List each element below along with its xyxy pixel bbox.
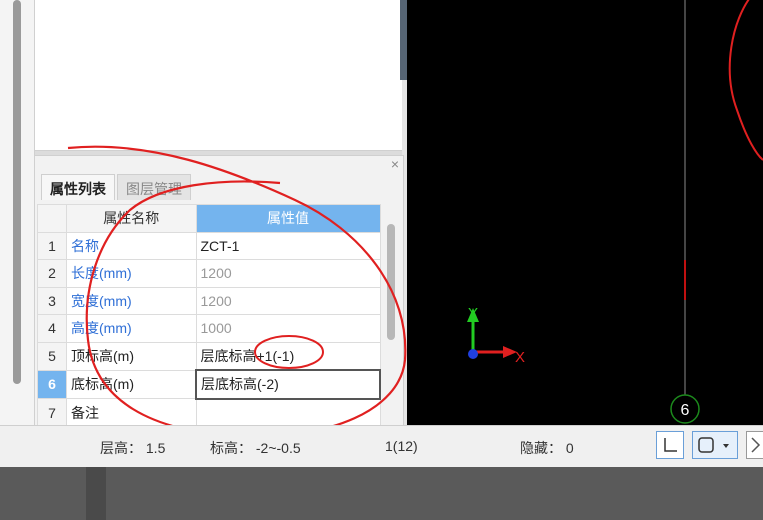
row-number: 5 <box>37 341 67 371</box>
row-number: 6 <box>37 369 67 399</box>
elevation-status: 标高： -2~-0.5 <box>210 440 301 456</box>
table-row[interactable]: 1 名称 ZCT-1 <box>37 231 381 260</box>
drawing-canvas[interactable]: 6 Y X <box>407 0 763 425</box>
snap-mode-button[interactable] <box>692 431 738 459</box>
property-value[interactable]: 层底标高+1(-1) <box>195 341 381 371</box>
ucs-y-label: Y <box>468 305 478 322</box>
component-tree-panel <box>34 0 404 151</box>
row-number: 3 <box>37 286 67 315</box>
canvas-drawing: 6 Y X <box>467 0 763 424</box>
annotation-curve <box>728 0 763 161</box>
bottom-separator <box>86 467 106 520</box>
panel-tabs: 属性列表 图层管理 <box>41 174 193 200</box>
more-button[interactable] <box>746 431 763 459</box>
ortho-icon <box>664 438 677 452</box>
property-name: 高度(mm) <box>66 314 197 343</box>
property-name: 宽度(mm) <box>66 286 197 315</box>
close-icon[interactable]: × <box>391 156 399 172</box>
grid-label: 6 <box>681 402 690 419</box>
table-row[interactable]: 2 长度(mm) 1200 <box>37 259 381 288</box>
grid-corner <box>37 204 67 233</box>
table-row[interactable]: 7 备注 <box>37 398 381 427</box>
chevron-right-icon <box>751 437 761 453</box>
property-name: 长度(mm) <box>66 259 197 288</box>
snap-icon <box>698 437 729 453</box>
property-value[interactable]: 1200 <box>195 259 381 288</box>
chevron-down-icon <box>723 444 729 448</box>
tree-scrollbar[interactable] <box>400 0 407 80</box>
grid-header-row: 属性名称 属性值 <box>37 204 381 233</box>
tab-property-list[interactable]: 属性列表 <box>41 174 115 200</box>
table-row[interactable]: 3 宽度(mm) 1200 <box>37 286 381 315</box>
property-grid: 属性名称 属性值 1 名称 ZCT-1 2 长度(mm) 1200 3 宽度(m… <box>37 204 381 427</box>
tab-layer-management[interactable]: 图层管理 <box>117 174 191 200</box>
left-scrollbar[interactable] <box>13 0 21 384</box>
floor-height-status: 层高： 1.5 <box>100 440 166 456</box>
column-header-name[interactable]: 属性名称 <box>66 204 197 233</box>
property-value[interactable]: 1200 <box>195 286 381 315</box>
column-header-value[interactable]: 属性值 <box>195 204 381 233</box>
property-scrollbar[interactable] <box>387 224 395 340</box>
property-name: 顶标高(m) <box>66 341 197 371</box>
property-value-editor[interactable]: 层底标高(-2) <box>195 369 381 400</box>
property-name: 底标高(m) <box>66 369 197 399</box>
table-row-selected[interactable]: 6 底标高(m) 层底标高(-2) <box>37 369 381 400</box>
bottom-area <box>0 467 763 520</box>
selection-count-status: 1(12) <box>385 438 418 454</box>
property-value[interactable] <box>195 398 381 427</box>
ucs-x-label: X <box>515 349 525 366</box>
property-panel: × 属性列表 图层管理 属性名称 属性值 1 名称 ZCT-1 2 长度(mm)… <box>34 155 404 427</box>
hidden-count-status: 隐藏： 0 <box>520 440 574 456</box>
property-name: 名称 <box>66 231 197 260</box>
ortho-mode-button[interactable] <box>656 431 684 459</box>
row-number: 1 <box>37 231 67 260</box>
ucs-origin <box>468 349 478 359</box>
property-value[interactable]: 1000 <box>195 314 381 343</box>
row-number: 2 <box>37 259 67 288</box>
row-number: 4 <box>37 314 67 343</box>
property-name: 备注 <box>66 398 197 427</box>
table-row[interactable]: 5 顶标高(m) 层底标高+1(-1) <box>37 341 381 371</box>
status-bar: 层高： 1.5 标高： -2~-0.5 1(12) 隐藏： 0 <box>0 425 763 468</box>
table-row[interactable]: 4 高度(mm) 1000 <box>37 314 381 343</box>
row-number: 7 <box>37 398 67 427</box>
property-value[interactable]: ZCT-1 <box>195 231 381 260</box>
